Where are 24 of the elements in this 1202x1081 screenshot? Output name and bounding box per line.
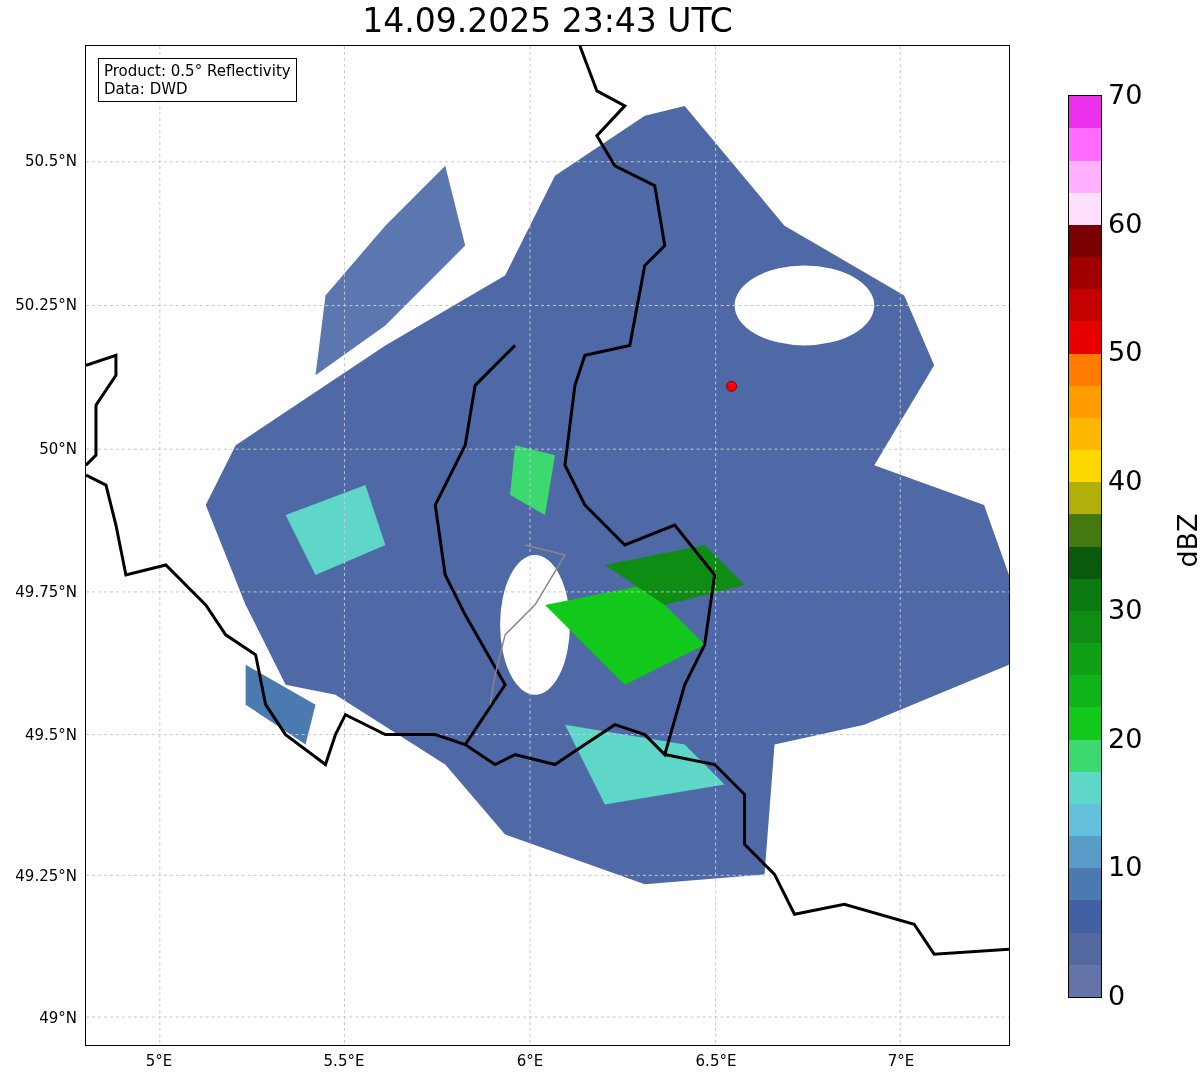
colorbar-tick-label: 30 — [1108, 593, 1143, 626]
latitude-label: 49.5°N — [24, 726, 77, 744]
longitude-label: 6.5°E — [695, 1052, 737, 1070]
longitude-label: 5.5°E — [323, 1052, 365, 1070]
colorbar-tick-label: 10 — [1108, 851, 1143, 884]
colorbar-tick-label: 0 — [1108, 980, 1126, 1012]
latitude-label: 50.5°N — [24, 152, 77, 170]
legend-text: Data: DWD — [104, 80, 189, 98]
colorbar-tick-label: 50 — [1108, 336, 1143, 369]
latitude-label: 50°N — [39, 440, 77, 458]
legend-text: Product: 0.5° Reflectivity — [104, 62, 291, 80]
latitude-label: 49°N — [39, 1009, 77, 1027]
colorbar-label: dBZ — [1171, 513, 1202, 568]
chart-title: 14.09.2025 23:43 UTC — [362, 0, 733, 42]
longitude-label: 6°E — [516, 1052, 544, 1070]
colorbar-tick-label: 20 — [1108, 722, 1143, 755]
colorbar-tick-label: 40 — [1108, 465, 1143, 498]
colorbar-tick-label: 70 — [1108, 79, 1143, 111]
latitude-label: 50.25°N — [15, 296, 77, 314]
longitude-label: 7°E — [887, 1052, 915, 1070]
longitude-label: 5°E — [145, 1052, 173, 1070]
latitude-label: 49.75°N — [15, 583, 77, 601]
colorbar-tick-label: 60 — [1108, 207, 1143, 240]
latitude-label: 49.25°N — [15, 867, 77, 885]
